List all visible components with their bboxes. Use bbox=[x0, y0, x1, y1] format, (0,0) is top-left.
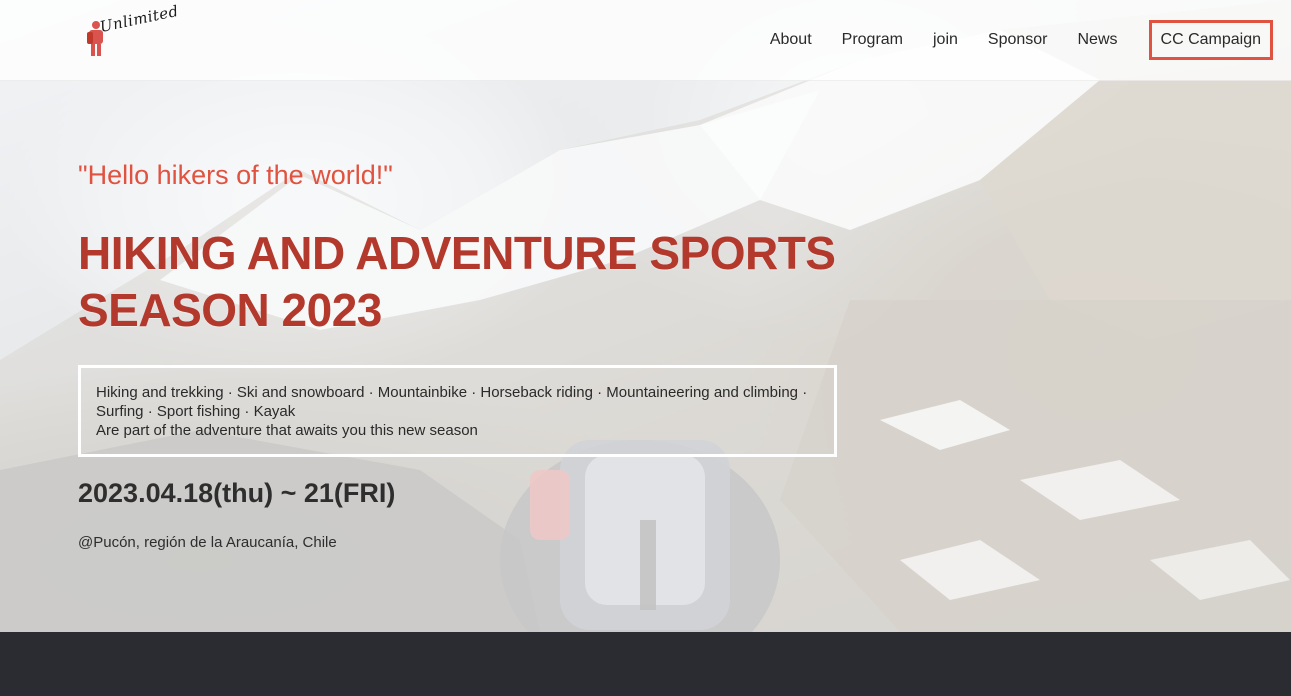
dark-section-band bbox=[0, 632, 1291, 696]
nav-sponsor[interactable]: Sponsor bbox=[988, 31, 1048, 49]
hero-headline: HIKING AND ADVENTURE SPORTS SEASON 2023 bbox=[78, 225, 898, 339]
main-nav: About Program join Sponsor News CC Campa… bbox=[740, 0, 1273, 80]
nav-about[interactable]: About bbox=[770, 31, 812, 49]
hero-tagline: "Hello hikers of the world!" bbox=[78, 160, 393, 190]
event-dates: 2023.04.18(thu) ~ 21(FRI) bbox=[78, 478, 396, 508]
activities-box: Hiking and trekking · Ski and snowboard … bbox=[78, 365, 837, 457]
page: Unlimited About Program join Sponsor New… bbox=[0, 0, 1291, 696]
nav-news[interactable]: News bbox=[1078, 31, 1118, 49]
site-header: Unlimited About Program join Sponsor New… bbox=[0, 0, 1291, 81]
headline-line-2: SEASON 2023 bbox=[78, 284, 382, 336]
nav-join[interactable]: join bbox=[933, 31, 958, 49]
logo-wordmark: Unlimited bbox=[98, 1, 181, 36]
nav-program[interactable]: Program bbox=[842, 31, 903, 49]
activities-list: Hiking and trekking · Ski and snowboard … bbox=[96, 384, 808, 420]
cc-campaign-button[interactable]: CC Campaign bbox=[1148, 20, 1273, 60]
site-logo[interactable]: Unlimited bbox=[84, 2, 184, 62]
activities-subtitle: Are part of the adventure that awaits yo… bbox=[96, 422, 478, 439]
headline-line-1: HIKING AND ADVENTURE SPORTS bbox=[78, 227, 836, 279]
event-location: @Pucón, región de la Araucanía, Chile bbox=[78, 534, 337, 551]
